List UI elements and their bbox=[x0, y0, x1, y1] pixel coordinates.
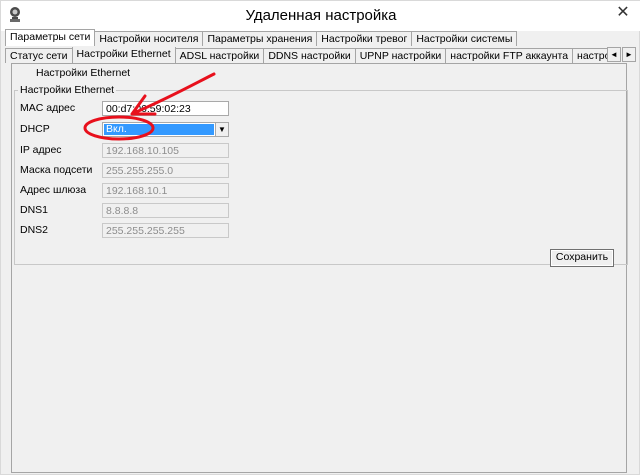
title-bar: Удаленная настройка ✕ bbox=[1, 1, 640, 31]
tab-smtp-account[interactable]: настройки SMTP аккаунта bbox=[572, 48, 609, 63]
dhcp-label: DHCP bbox=[20, 123, 50, 135]
mac-address-input[interactable]: 00:d7:06:59:02:23 bbox=[102, 101, 229, 116]
subnet-mask-label: Маска подсети bbox=[20, 164, 93, 176]
dns2-input[interactable]: 255.255.255.255 bbox=[102, 223, 229, 238]
tab-upnp-settings[interactable]: UPNP настройки bbox=[354, 48, 447, 63]
close-button[interactable]: ✕ bbox=[611, 3, 635, 25]
tab-ftp-account[interactable]: настройки FTP аккаунта bbox=[445, 48, 574, 63]
groupbox-title: Настройки Ethernet bbox=[18, 84, 117, 96]
tab-ethernet-settings[interactable]: Настройки Ethernet bbox=[71, 47, 176, 63]
tab-alarm-settings[interactable]: Настройки тревог bbox=[316, 31, 413, 46]
ip-label: IP адрес bbox=[20, 144, 62, 156]
tab-storage-params[interactable]: Параметры хранения bbox=[202, 31, 318, 46]
window-title: Удаленная настройка bbox=[245, 7, 397, 24]
tab-adsl-settings[interactable]: ADSL настройки bbox=[174, 48, 265, 63]
dns2-label: DNS2 bbox=[20, 224, 49, 236]
remote-settings-window: Удаленная настройка ✕ Параметры сети Нас… bbox=[0, 0, 640, 475]
dns1-label: DNS1 bbox=[20, 204, 49, 216]
close-icon: ✕ bbox=[616, 4, 630, 21]
mac-label: MAC адрес bbox=[20, 102, 76, 114]
panel-divider bbox=[11, 63, 627, 64]
arrow-left-icon: ◄ bbox=[610, 50, 618, 59]
tab-scroll-right-button[interactable]: ► bbox=[622, 47, 636, 62]
tab-network-params[interactable]: Параметры сети bbox=[5, 29, 96, 46]
ip-address-input[interactable]: 192.168.10.105 bbox=[102, 143, 229, 158]
subnet-mask-input[interactable]: 255.255.255.0 bbox=[102, 163, 229, 178]
tab-media-settings[interactable]: Настройки носителя bbox=[94, 31, 204, 46]
tab-ddns-settings[interactable]: DDNS настройки bbox=[263, 48, 356, 63]
panel-heading: Настройки Ethernet bbox=[36, 67, 131, 79]
dhcp-select[interactable]: Вкл. ▼ bbox=[102, 122, 229, 137]
arrow-right-icon: ► bbox=[625, 50, 633, 59]
chevron-down-icon[interactable]: ▼ bbox=[215, 123, 228, 136]
sub-tab-row: Статус сети Настройки Ethernet ADSL наст… bbox=[5, 47, 609, 63]
tab-network-status[interactable]: Статус сети bbox=[5, 48, 73, 63]
gateway-label: Адрес шлюза bbox=[20, 184, 87, 196]
tab-scroll-left-button[interactable]: ◄ bbox=[607, 47, 621, 62]
save-button[interactable]: Сохранить bbox=[550, 249, 614, 267]
gateway-input[interactable]: 192.168.10.1 bbox=[102, 183, 229, 198]
main-tab-row: Параметры сети Настройки носителя Параме… bbox=[5, 29, 518, 46]
dhcp-selected-value: Вкл. bbox=[104, 124, 214, 135]
tab-system-settings[interactable]: Настройки системы bbox=[411, 31, 518, 46]
dns1-input[interactable]: 8.8.8.8 bbox=[102, 203, 229, 218]
